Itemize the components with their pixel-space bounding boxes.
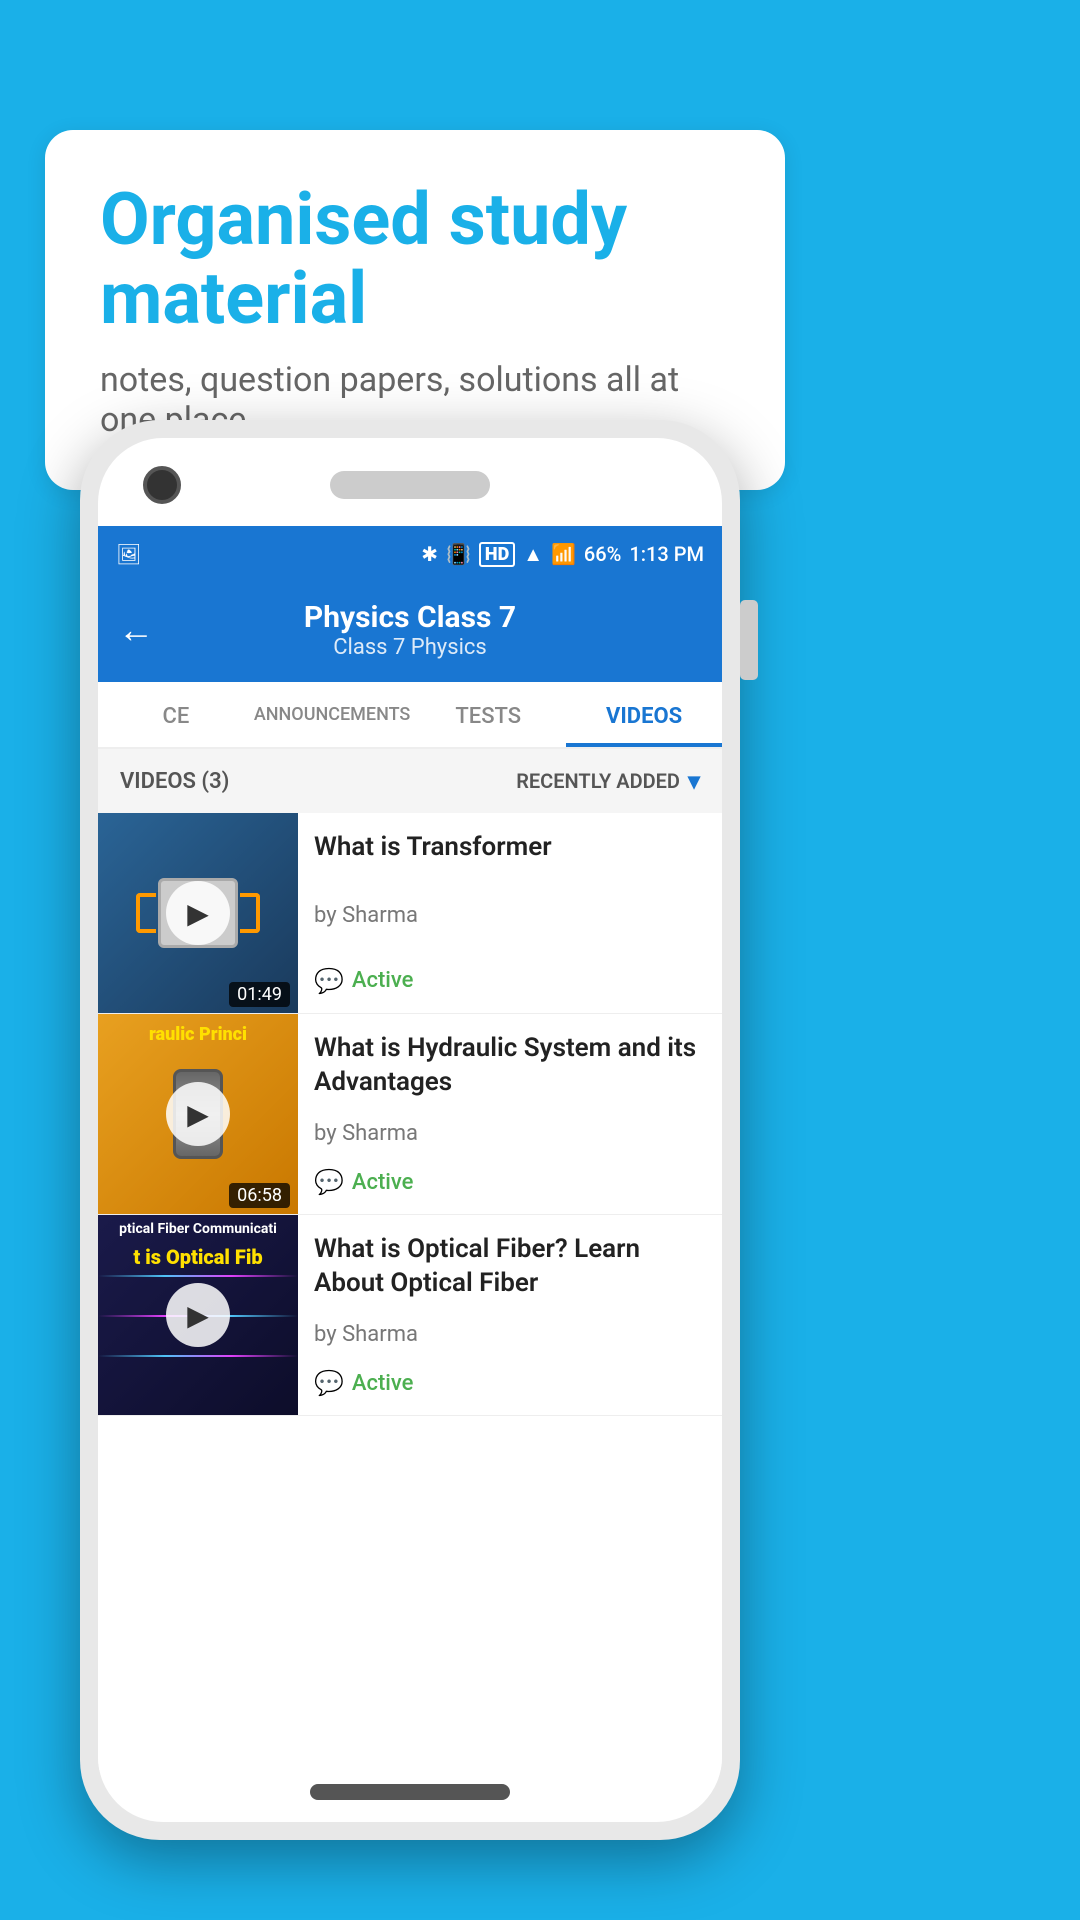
video-item-3[interactable]: ptical Fiber Communicati t is Optical Fi…	[98, 1215, 722, 1416]
tabs-bar: CE ANNOUNCEMENTS TESTS VIDEOS	[98, 682, 722, 749]
video-author-2: by Sharma	[314, 1121, 706, 1146]
play-button-3[interactable]: ▶	[166, 1283, 230, 1347]
video-status-3: 💬 Active	[314, 1369, 706, 1397]
sort-label: RECENTLY ADDED	[516, 769, 680, 793]
phone-top-bar	[98, 466, 722, 504]
status-label-3: Active	[352, 1371, 414, 1396]
vibrate-icon: 📳	[446, 542, 471, 566]
wifi-icon: ▲	[523, 542, 543, 567]
chat-icon-3: 💬	[314, 1369, 344, 1397]
phone-wrapper: 🖼 ✱ 📳 HD ▲ 📶 66% 1:13 PM ←	[80, 420, 740, 1840]
thumb-fiber: ptical Fiber Communicati t is Optical Fi…	[98, 1215, 298, 1415]
status-right: ✱ 📳 HD ▲ 📶 66% 1:13 PM	[421, 542, 704, 567]
video-info-2: What is Hydraulic System and its Advanta…	[298, 1014, 722, 1214]
home-indicator	[310, 1784, 510, 1800]
fiber-label-1: ptical Fiber Communicati	[98, 1221, 298, 1237]
video-duration-1: 01:49	[229, 982, 290, 1007]
video-status-2: 💬 Active	[314, 1168, 706, 1196]
video-item-2[interactable]: raulic Princi ▶ 06:58 What is Hydraulic …	[98, 1014, 722, 1215]
video-status-1: 💬 Active	[314, 967, 706, 995]
video-count: VIDEOS (3)	[120, 769, 229, 794]
tab-tests[interactable]: TESTS	[410, 682, 566, 747]
thumb-label-hydraulic: raulic Princi	[98, 1024, 298, 1046]
status-bar: 🖼 ✱ 📳 HD ▲ 📶 66% 1:13 PM	[98, 526, 722, 582]
video-thumbnail-1: ▶ 01:49	[98, 813, 298, 1013]
tab-videos[interactable]: VIDEOS	[566, 682, 722, 747]
header-text: Physics Class 7 Class 7 Physics	[172, 600, 648, 660]
video-title-2: What is Hydraulic System and its Advanta…	[314, 1032, 706, 1100]
video-thumbnail-3: ptical Fiber Communicati t is Optical Fi…	[98, 1215, 298, 1415]
phone-side-button	[740, 600, 758, 680]
video-info-3: What is Optical Fiber? Learn About Optic…	[298, 1215, 722, 1415]
camera	[143, 466, 181, 504]
chevron-down-icon: ▾	[688, 767, 700, 795]
status-label-1: Active	[352, 968, 414, 993]
image-icon: 🖼	[116, 542, 141, 566]
back-button[interactable]: ←	[118, 609, 154, 651]
video-list: ▶ 01:49 What is Transformer by Sharma 💬 …	[98, 813, 722, 1416]
fiber-label-2: t is Optical Fib	[98, 1245, 298, 1269]
signal-icon: 📶	[551, 542, 576, 566]
chat-icon-1: 💬	[314, 967, 344, 995]
app-header: ← Physics Class 7 Class 7 Physics	[98, 582, 722, 682]
tab-ce[interactable]: CE	[98, 682, 254, 747]
speaker	[330, 471, 490, 499]
header-title: Physics Class 7	[172, 600, 648, 635]
video-title-1: What is Transformer	[314, 831, 706, 865]
phone-outer: 🖼 ✱ 📳 HD ▲ 📶 66% 1:13 PM ←	[80, 420, 740, 1840]
battery-level: 66%	[584, 542, 621, 566]
video-item[interactable]: ▶ 01:49 What is Transformer by Sharma 💬 …	[98, 813, 722, 1014]
status-label-2: Active	[352, 1170, 414, 1195]
video-author-3: by Sharma	[314, 1322, 706, 1347]
bubble-title: Organised study material	[100, 180, 730, 338]
time-display: 1:13 PM	[629, 542, 704, 566]
header-breadcrumb: Class 7 Physics	[172, 635, 648, 660]
phone-screen: 🖼 ✱ 📳 HD ▲ 📶 66% 1:13 PM ←	[98, 438, 722, 1822]
tab-announcements[interactable]: ANNOUNCEMENTS	[254, 682, 411, 747]
play-button-1[interactable]: ▶	[166, 881, 230, 945]
filter-bar: VIDEOS (3) RECENTLY ADDED ▾	[98, 749, 722, 813]
bluetooth-icon: ✱	[421, 542, 438, 566]
video-author-1: by Sharma	[314, 903, 706, 928]
video-duration-2: 06:58	[229, 1183, 290, 1208]
play-button-2[interactable]: ▶	[166, 1082, 230, 1146]
video-thumbnail-2: raulic Princi ▶ 06:58	[98, 1014, 298, 1214]
video-title-3: What is Optical Fiber? Learn About Optic…	[314, 1233, 706, 1301]
hd-badge: HD	[479, 542, 515, 567]
app-screen: 🖼 ✱ 📳 HD ▲ 📶 66% 1:13 PM ←	[98, 526, 722, 1770]
video-info-1: What is Transformer by Sharma 💬 Active	[298, 813, 722, 1013]
sort-button[interactable]: RECENTLY ADDED ▾	[516, 767, 700, 795]
status-left: 🖼	[116, 542, 141, 566]
chat-icon-2: 💬	[314, 1168, 344, 1196]
